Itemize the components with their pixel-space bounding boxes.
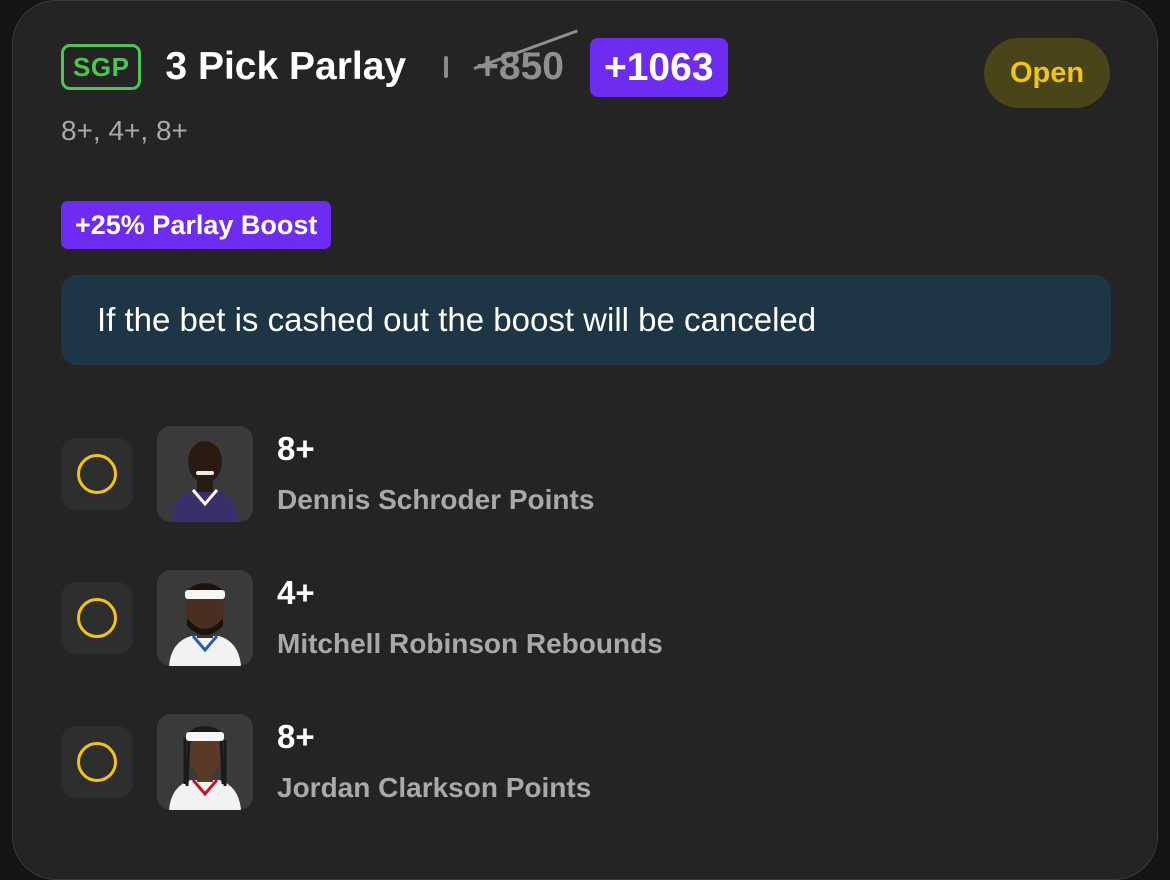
leg-market: Jordan Clarkson Points	[277, 772, 592, 803]
leg-row[interactable]: 8+ Jordan Clarkson Points	[61, 714, 1061, 810]
leg-market: Mitchell Robinson Rebounds	[277, 628, 663, 659]
leg-status	[61, 726, 133, 798]
player-avatar	[157, 714, 253, 810]
player-avatar	[157, 570, 253, 666]
leg-line: 4+	[277, 574, 315, 611]
pending-circle-icon	[77, 598, 117, 638]
parlay-card[interactable]: SGP 3 Pick Parlay +850 +1063 Open 8+, 4+…	[12, 0, 1158, 880]
pending-circle-icon	[77, 454, 117, 494]
player-avatar	[157, 426, 253, 522]
header-divider	[444, 56, 449, 78]
boosted-odds: +1063	[589, 37, 728, 97]
leg-status	[61, 582, 133, 654]
parlay-header: SGP 3 Pick Parlay +850 +1063	[61, 29, 728, 97]
legs-summary: 8+, 4+, 8+	[61, 115, 188, 146]
pending-circle-icon	[77, 742, 117, 782]
cashout-notice: If the bet is cashed out the boost will …	[61, 275, 1111, 365]
leg-status	[61, 438, 133, 510]
leg-line: 8+	[277, 718, 315, 755]
leg-market: Dennis Schroder Points	[277, 484, 595, 515]
leg-row[interactable]: 8+ Dennis Schroder Points	[61, 426, 1061, 522]
leg-row[interactable]: 4+ Mitchell Robinson Rebounds	[61, 570, 1061, 666]
original-odds: +850	[473, 29, 578, 89]
leg-line: 8+	[277, 430, 315, 467]
sgp-badge: SGP	[61, 44, 142, 90]
parlay-title: 3 Pick Parlay	[165, 45, 407, 88]
parlay-boost-badge: +25% Parlay Boost	[61, 201, 332, 249]
status-badge: Open	[984, 38, 1110, 108]
